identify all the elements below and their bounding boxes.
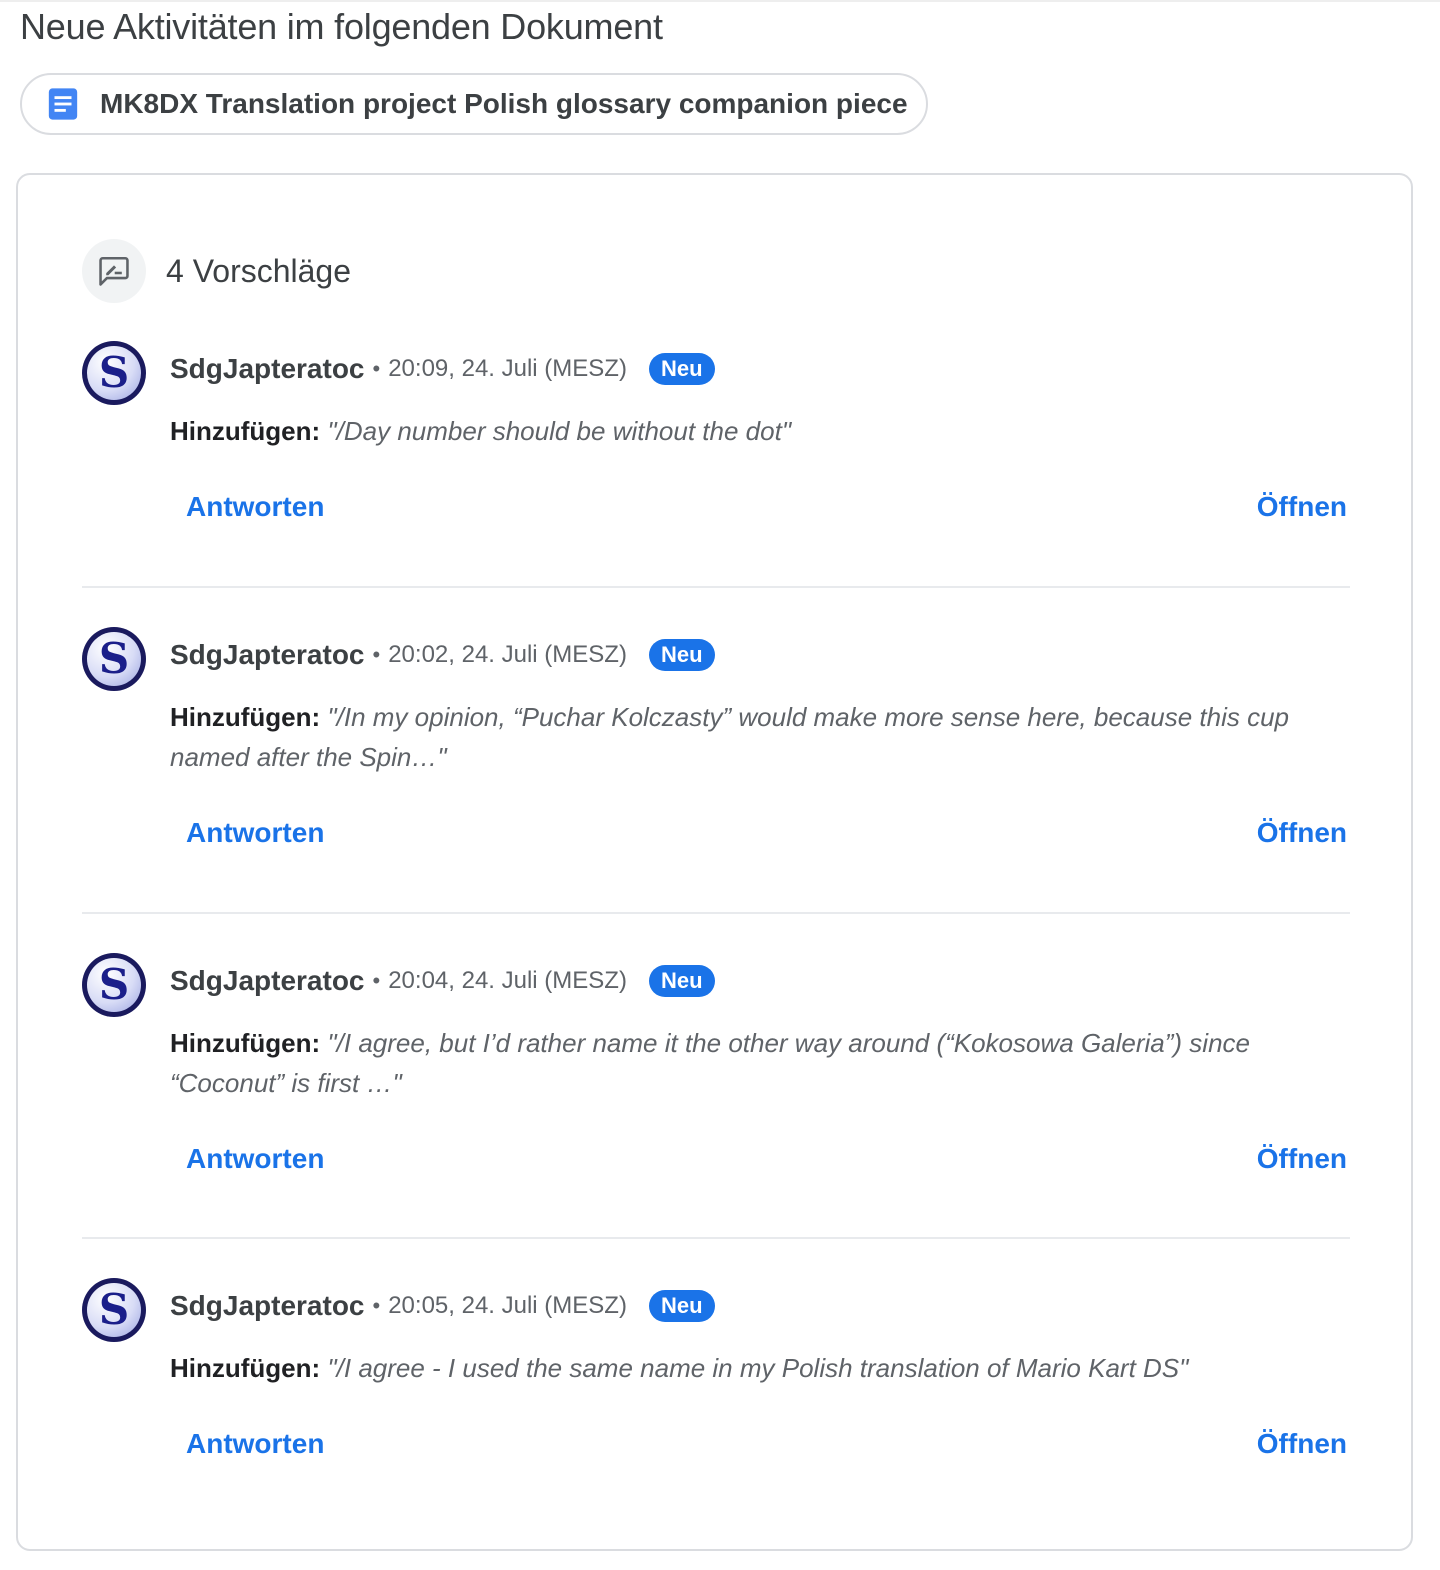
open-button[interactable]: Öffnen: [1257, 491, 1347, 523]
suggestion-divider: [82, 1237, 1350, 1239]
avatar: S: [82, 627, 146, 691]
meta-separator: •: [372, 642, 381, 667]
suggestion-item: S SdgJapteratoc • 20:05, 24. Juli (MESZ)…: [82, 1278, 1350, 1468]
page-title: Neue Aktivitäten im folgenden Dokument: [20, 6, 663, 47]
suggestion-action-label: Hinzufügen:: [170, 416, 321, 446]
activity-card: 4 Vorschläge S SdgJapteratoc • 20:09, 24…: [16, 173, 1413, 1551]
suggestion-quote: "/I agree - I used the same name in my P…: [327, 1353, 1189, 1383]
top-divider: [0, 0, 1440, 2]
suggestion-meta: SdgJapteratoc • 20:02, 24. Juli (MESZ) N…: [170, 639, 715, 671]
suggestion-action-label: Hinzufügen:: [170, 1028, 321, 1058]
new-badge: Neu: [648, 965, 715, 997]
document-chip[interactable]: MK8DX Translation project Polish glossar…: [20, 73, 928, 135]
new-badge: Neu: [648, 353, 715, 385]
reply-button[interactable]: Antworten: [186, 491, 324, 523]
avatar-letter: S: [87, 1283, 141, 1337]
meta-separator: •: [372, 1293, 381, 1318]
header-icon-wrapper: [82, 239, 146, 303]
meta-separator: •: [372, 968, 381, 993]
reply-button[interactable]: Antworten: [186, 1428, 324, 1460]
google-docs-icon: [48, 88, 78, 120]
author-name: SdgJapteratoc: [170, 353, 365, 384]
author-name: SdgJapteratoc: [170, 639, 365, 670]
avatar: S: [82, 1278, 146, 1342]
suggestion-text: Hinzufügen: "/Day number should be witho…: [170, 411, 1310, 451]
avatar-letter: S: [87, 346, 141, 400]
timestamp: 20:02, 24. Juli (MESZ): [388, 641, 627, 668]
suggestion-action-label: Hinzufügen:: [170, 702, 321, 732]
avatar: S: [82, 953, 146, 1017]
document-name: MK8DX Translation project Polish glossar…: [100, 88, 908, 119]
suggestion-action-label: Hinzufügen:: [170, 1353, 321, 1383]
avatar: S: [82, 341, 146, 405]
new-badge: Neu: [648, 639, 715, 671]
reply-button[interactable]: Antworten: [186, 817, 324, 849]
timestamp: 20:04, 24. Juli (MESZ): [388, 967, 627, 994]
suggestion-quote: "/In my opinion, “Puchar Kolczasty” woul…: [170, 702, 1290, 772]
suggestion-count-title: 4 Vorschläge: [166, 252, 352, 289]
reply-button[interactable]: Antworten: [186, 1143, 324, 1175]
suggestion-divider: [82, 586, 1350, 588]
rate-review-icon: [99, 256, 129, 286]
suggestion-item: S SdgJapteratoc • 20:02, 24. Juli (MESZ)…: [82, 627, 1350, 857]
suggestion-meta: SdgJapteratoc • 20:04, 24. Juli (MESZ) N…: [170, 965, 715, 997]
meta-separator: •: [372, 356, 381, 381]
suggestion-text: Hinzufügen: "/I agree, but I’d rather na…: [170, 1023, 1310, 1103]
avatar-letter: S: [87, 632, 141, 686]
suggestion-item: S SdgJapteratoc • 20:04, 24. Juli (MESZ)…: [82, 953, 1350, 1183]
author-name: SdgJapteratoc: [170, 965, 365, 996]
open-button[interactable]: Öffnen: [1257, 1143, 1347, 1175]
suggestion-item: S SdgJapteratoc • 20:09, 24. Juli (MESZ)…: [82, 341, 1350, 531]
avatar-letter: S: [87, 958, 141, 1012]
suggestion-divider: [82, 912, 1350, 914]
timestamp: 20:05, 24. Juli (MESZ): [388, 1292, 627, 1319]
suggestion-text: Hinzufügen: "/In my opinion, “Puchar Kol…: [170, 697, 1310, 777]
author-name: SdgJapteratoc: [170, 1290, 365, 1321]
timestamp: 20:09, 24. Juli (MESZ): [388, 355, 627, 382]
card-header: 4 Vorschläge: [82, 239, 351, 303]
suggestion-quote: "/Day number should be without the dot": [327, 416, 792, 446]
suggestion-meta: SdgJapteratoc • 20:05, 24. Juli (MESZ) N…: [170, 1290, 715, 1322]
suggestion-quote: "/I agree, but I’d rather name it the ot…: [170, 1028, 1250, 1098]
suggestion-text: Hinzufügen: "/I agree - I used the same …: [170, 1348, 1310, 1388]
open-button[interactable]: Öffnen: [1257, 1428, 1347, 1460]
suggestion-meta: SdgJapteratoc • 20:09, 24. Juli (MESZ) N…: [170, 353, 715, 385]
open-button[interactable]: Öffnen: [1257, 817, 1347, 849]
new-badge: Neu: [648, 1290, 715, 1322]
